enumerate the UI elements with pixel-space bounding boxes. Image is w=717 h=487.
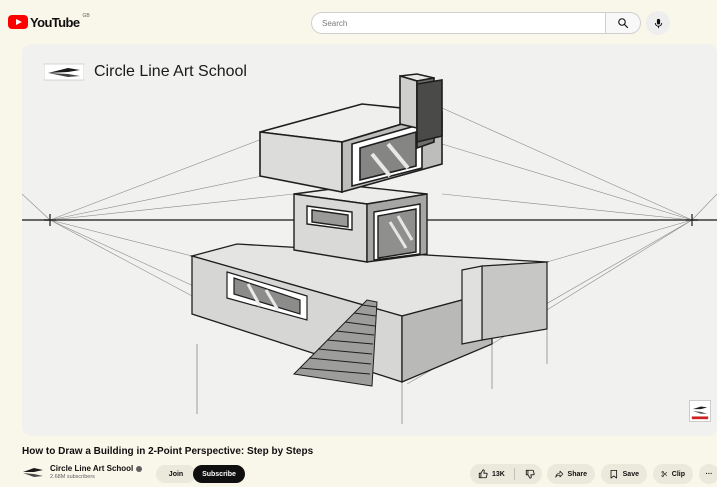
clip-button[interactable]: Clip <box>653 464 693 484</box>
channel-watermark: Circle Line Art School <box>44 62 247 82</box>
video-frame-drawing <box>22 44 717 436</box>
like-divider <box>513 468 515 480</box>
save-playlist-icon <box>610 469 618 479</box>
corner-logo-badge-icon <box>689 400 711 422</box>
subscribe-button[interactable]: Subscribe <box>193 465 245 483</box>
like-dislike-group: 13K <box>470 464 542 484</box>
channel-pencil-logo-icon <box>44 63 84 81</box>
share-button[interactable]: Share <box>547 464 595 484</box>
more-icon: ··· <box>705 470 713 478</box>
youtube-logo-icon <box>8 15 28 29</box>
more-actions-button[interactable]: ··· <box>699 464 717 484</box>
scissors-icon <box>661 471 668 477</box>
video-player[interactable]: Circle Line Art School <box>22 44 717 436</box>
clip-label: Clip <box>671 470 685 478</box>
channel-actions-row: Circle Line Art School 2.68M subscribers… <box>22 462 717 486</box>
video-title: How to Draw a Building in 2-Point Perspe… <box>22 446 314 457</box>
top-bar: YouTube GB <box>0 0 717 44</box>
channel-name-link[interactable]: Circle Line Art School <box>50 464 143 473</box>
share-label: Share <box>567 470 587 478</box>
search-icon <box>618 18 629 29</box>
channel-avatar[interactable] <box>22 465 44 479</box>
dislike-button[interactable] <box>518 464 542 484</box>
thumbs-down-icon <box>526 469 535 479</box>
region-code: GB <box>82 13 90 19</box>
search-button[interactable] <box>605 12 641 34</box>
thumbs-up-icon <box>478 469 488 479</box>
search-bar <box>311 12 641 34</box>
watermark-text: Circle Line Art School <box>94 63 247 80</box>
share-arrow-icon <box>555 470 564 478</box>
like-count: 13K <box>492 470 505 478</box>
logo-text: YouTube <box>30 14 80 30</box>
search-input[interactable] <box>311 12 606 34</box>
subscriber-count: 2.68M subscribers <box>50 474 95 480</box>
verified-badge-icon <box>136 465 143 472</box>
microphone-icon <box>654 18 662 28</box>
voice-search-button[interactable] <box>646 11 670 35</box>
youtube-logo[interactable]: YouTube GB <box>8 13 90 30</box>
channel-name: Circle Line Art School <box>50 464 134 473</box>
like-button[interactable]: 13K <box>470 464 510 484</box>
save-label: Save <box>622 470 639 478</box>
join-button[interactable]: Join <box>156 465 196 483</box>
save-button[interactable]: Save <box>601 464 647 484</box>
